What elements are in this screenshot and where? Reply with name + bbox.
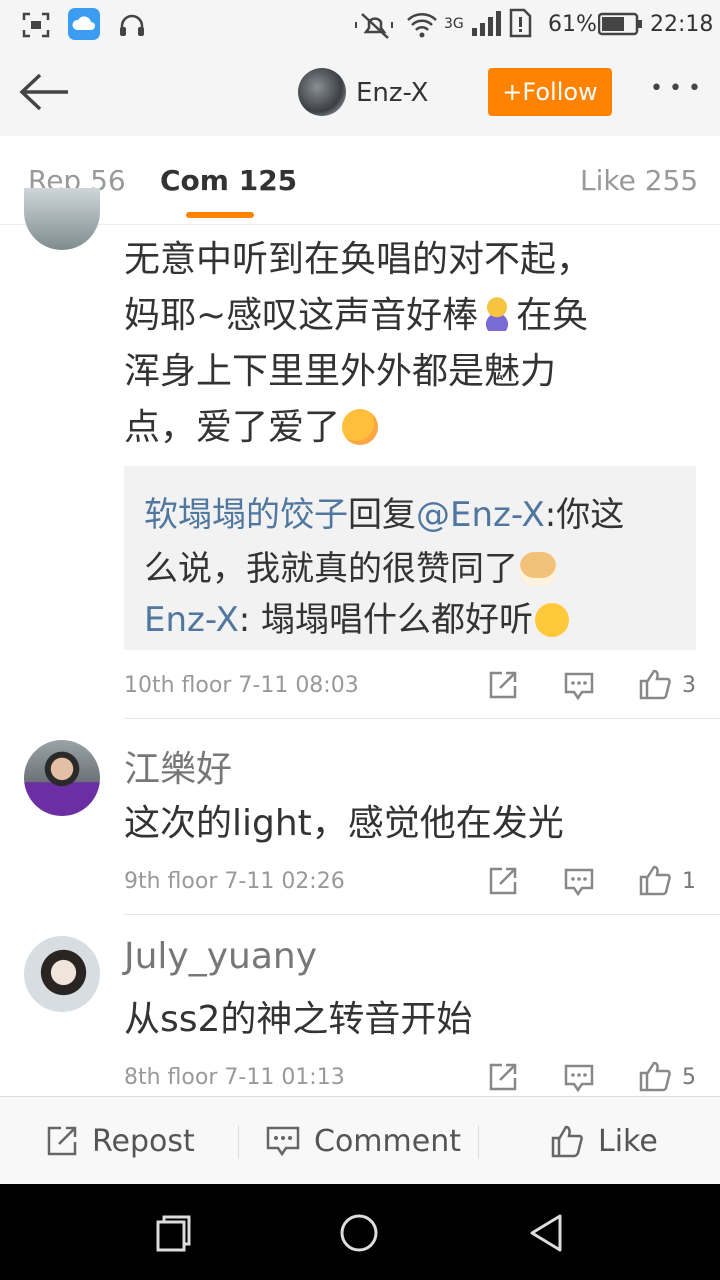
repost-icon[interactable] [488, 1062, 518, 1092]
repost-label: Repost [92, 1123, 195, 1159]
status-bar: 3G 61% 22:18 [0, 0, 720, 50]
comment-time: 7-11 08:03 [238, 673, 359, 698]
comment-avatar[interactable] [24, 188, 100, 250]
like-count: 5 [682, 1065, 696, 1090]
comment-username[interactable]: 江樂好 [124, 740, 232, 792]
signal-icon [472, 11, 501, 36]
tab-likes[interactable]: Like 255 [580, 164, 698, 197]
comment-meta: 9th floor 7-11 02:26 [124, 869, 345, 894]
reply-item: Enz-X: 塌塌唱什么都好听 [144, 598, 684, 642]
reply-user-link[interactable]: Enz-X [144, 600, 239, 640]
like-thumb-icon[interactable] [638, 864, 672, 896]
thinking-emoji-icon [535, 603, 570, 637]
comment-line: 妈耶~感叹这声音好棒 在奂 [124, 295, 589, 336]
header-avatar[interactable] [298, 68, 346, 116]
repost-icon[interactable] [488, 670, 518, 700]
comment-meta: 10th floor 7-11 08:03 [124, 673, 359, 698]
comment-time: 7-11 01:13 [224, 1065, 345, 1090]
emoji-icon [482, 297, 513, 331]
comment-meta: 8th floor 7-11 01:13 [124, 1065, 345, 1090]
like-count: 1 [682, 869, 696, 894]
comment-text: 这次的light，感觉他在发光 [124, 803, 564, 844]
reply-item: 软塌塌的饺子回复@Enz-X:你这 么说，我就真的很赞同了 [144, 488, 684, 596]
sim-alert-icon [509, 8, 532, 38]
divider [124, 914, 720, 915]
like-button[interactable]: Like [550, 1097, 658, 1185]
divider [478, 1125, 479, 1159]
comment-icon [266, 1126, 300, 1156]
reply-user-link[interactable]: 软塌塌的饺子 [144, 495, 348, 535]
back-icon[interactable] [526, 1212, 566, 1254]
like-count: 3 [682, 673, 696, 698]
comment-line: 点，爱了爱了 [124, 400, 704, 456]
comment-line: 浑身上下里里外外都是魅力 [124, 351, 557, 392]
screenshot-icon [22, 12, 50, 38]
comment-text: 无意中听到在奂唱的对不起， 妈耶~感叹这声音好棒 在奂 浑身上下里里外外都是魅力 … [124, 232, 704, 456]
comment-text: 从ss2的神之转音开始 [124, 999, 473, 1040]
battery-icon [598, 12, 642, 36]
top-header: Enz-X +Follow ••• [0, 50, 720, 137]
comment-icon[interactable] [564, 868, 594, 896]
mute-icon [355, 13, 393, 39]
active-tab-indicator [186, 212, 254, 218]
wifi-icon [407, 13, 437, 38]
tab-bar: Rep 56 Com 125 Like 255 [0, 136, 720, 225]
floor-label: 8th floor [124, 1065, 218, 1090]
cat-emoji-icon [520, 552, 556, 586]
reply-thread[interactable]: 软塌塌的饺子回复@Enz-X:你这 么说，我就真的很赞同了 Enz-X: 塌塌唱… [124, 466, 696, 650]
comment-line: 无意中听到在奂唱的对不起， [124, 239, 593, 280]
header-username[interactable]: Enz-X [356, 78, 428, 108]
reply-text: : 塌塌唱什么都好听 [238, 600, 534, 640]
comment-button[interactable]: Comment [266, 1097, 461, 1185]
like-thumb-icon[interactable] [638, 1060, 672, 1092]
shy-emoji-icon [342, 409, 379, 445]
comment-icon[interactable] [564, 672, 594, 700]
comment-avatar[interactable] [24, 936, 100, 1012]
more-options-button[interactable]: ••• [650, 76, 707, 101]
like-label: Like [598, 1123, 658, 1159]
back-arrow-icon[interactable] [18, 72, 70, 112]
floor-label: 10th floor [124, 673, 232, 698]
comment-label: Comment [314, 1123, 461, 1159]
mention-link[interactable]: @Enz-X [416, 495, 545, 535]
comment-time: 7-11 02:26 [224, 869, 345, 894]
system-nav-bar [0, 1184, 720, 1280]
floor-label: 9th floor [124, 869, 218, 894]
tab-comments[interactable]: Com 125 [160, 164, 297, 197]
comment-username[interactable]: July_yuany [124, 936, 317, 977]
repost-icon[interactable] [488, 866, 518, 896]
comment-avatar[interactable] [24, 740, 100, 816]
network-type: 3G [444, 16, 464, 32]
repost-button[interactable]: Repost [46, 1097, 195, 1185]
divider [124, 718, 720, 719]
follow-button[interactable]: +Follow [488, 68, 612, 116]
repost-icon [47, 1126, 77, 1156]
like-thumb-icon [551, 1125, 583, 1158]
reply-text: :你这 [544, 495, 625, 535]
reply-word: 回复 [348, 495, 416, 535]
battery-percent: 61% [548, 12, 597, 37]
recent-apps-icon[interactable] [154, 1214, 192, 1252]
cloud-app-icon [68, 8, 100, 40]
clock: 22:18 [650, 12, 714, 37]
headphone-icon [120, 14, 144, 36]
comment-icon[interactable] [564, 1064, 594, 1092]
like-thumb-icon[interactable] [638, 668, 672, 700]
divider [238, 1125, 239, 1159]
bottom-action-bar: Repost Comment Like [0, 1096, 720, 1185]
home-icon[interactable] [338, 1212, 380, 1254]
reply-text: 么说，我就真的很赞同了 [144, 549, 518, 589]
